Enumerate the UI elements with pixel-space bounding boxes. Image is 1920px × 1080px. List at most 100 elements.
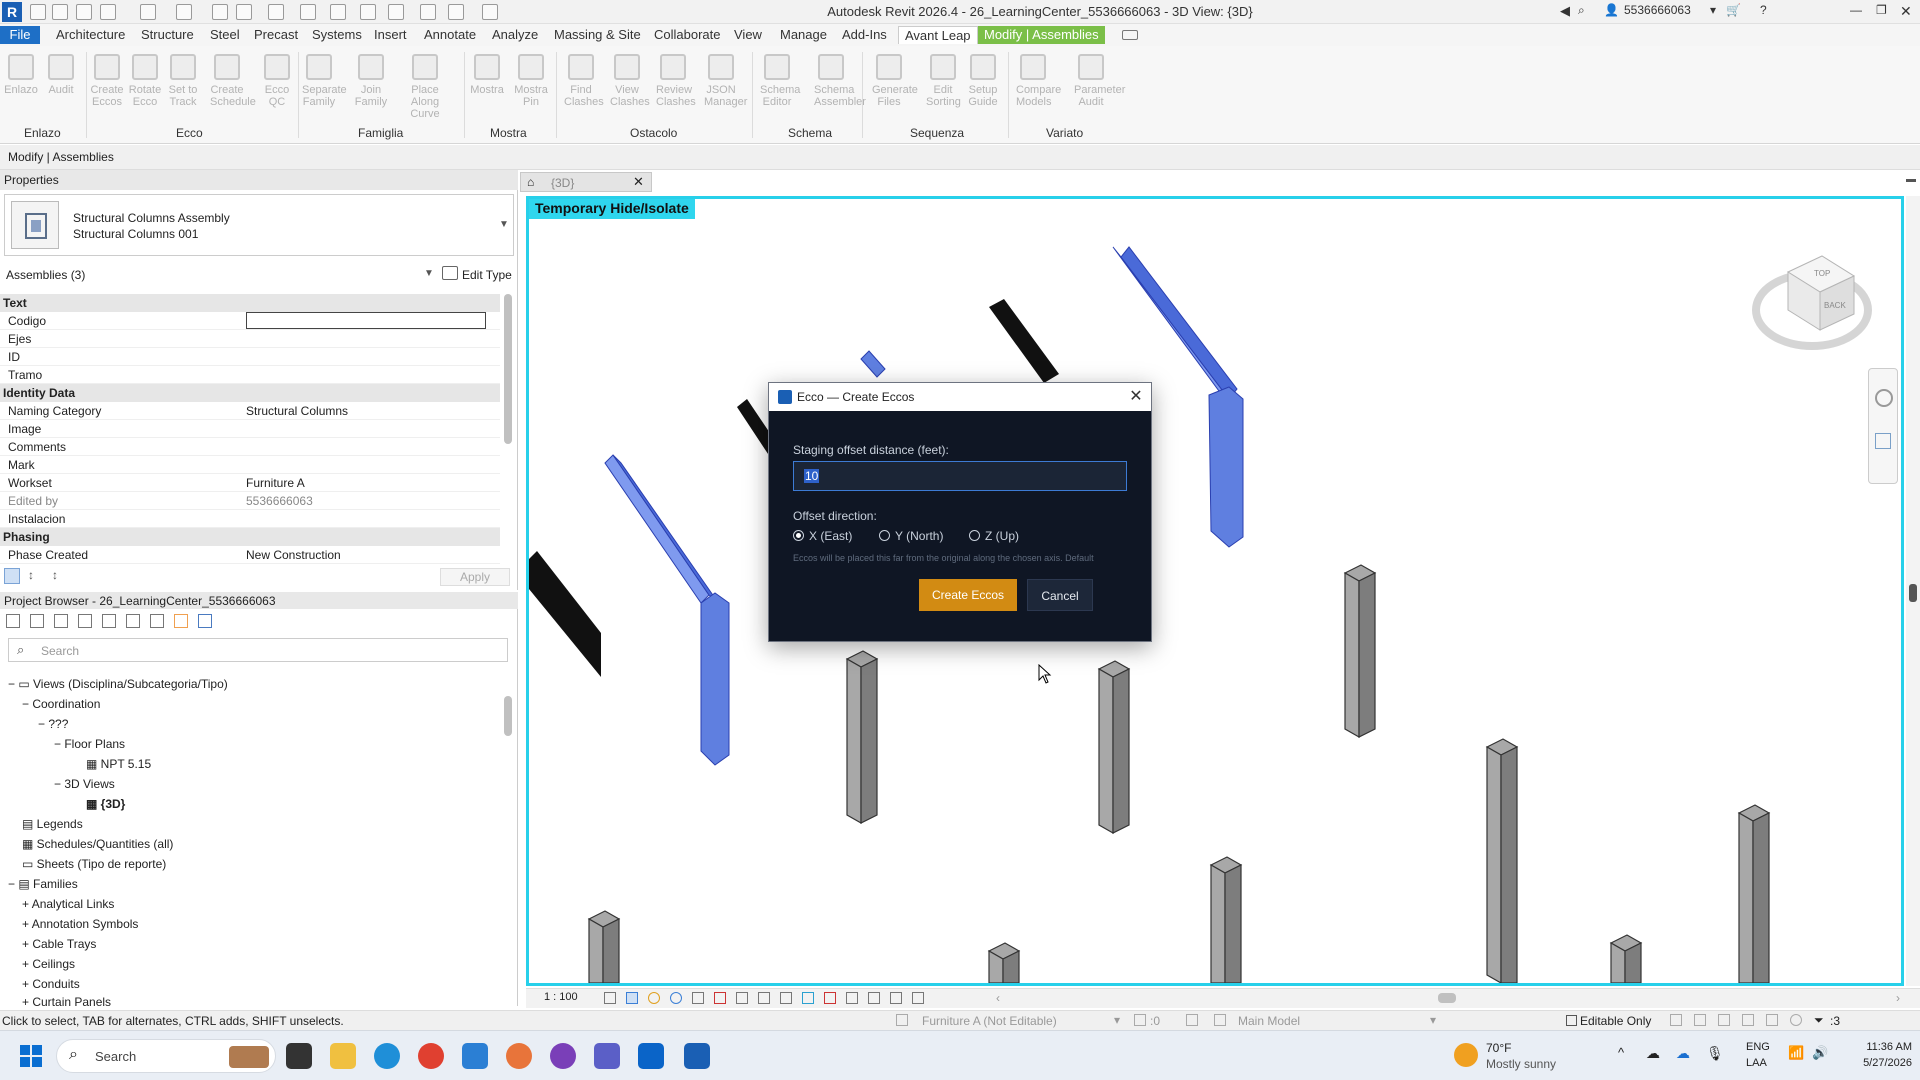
- home-view-icon[interactable]: [758, 992, 770, 1004]
- model-canvas[interactable]: [529, 199, 1901, 983]
- select-by-face-icon[interactable]: [1742, 1014, 1754, 1026]
- user-id[interactable]: 5536666063: [1624, 3, 1691, 17]
- create-eccos-button[interactable]: Create Eccos: [919, 579, 1017, 611]
- thin-lines-icon[interactable]: [420, 4, 436, 20]
- properties-scrollbar[interactable]: [504, 294, 512, 444]
- onedrive-icon[interactable]: ☁: [1676, 1045, 1690, 1062]
- sync-icon[interactable]: [100, 4, 116, 20]
- blue-column[interactable]: [1208, 386, 1244, 548]
- app-icon[interactable]: [550, 1043, 576, 1069]
- horizontal-scrollbar-thumb[interactable]: [1438, 993, 1456, 1003]
- reveal-hidden-icon[interactable]: [802, 992, 814, 1004]
- audit-button[interactable]: Audit: [44, 54, 78, 96]
- tab-architecture[interactable]: Architecture: [50, 26, 131, 44]
- detail-level-icon[interactable]: [604, 992, 616, 1004]
- clock-time[interactable]: 11:36 AM: [1848, 1041, 1912, 1053]
- tab-insert[interactable]: Insert: [368, 26, 413, 44]
- tree-item-sheets[interactable]: ▭ Sheets (Tipo de reporte): [22, 857, 166, 871]
- tree-item-npt[interactable]: ▦ NPT 5.15: [86, 757, 151, 771]
- undo-icon[interactable]: [140, 4, 156, 20]
- prop-row[interactable]: Tramo: [0, 366, 500, 384]
- radio-z-up[interactable]: Z (Up): [969, 529, 1019, 543]
- codigo-input[interactable]: [246, 312, 486, 329]
- teams-icon[interactable]: [594, 1043, 620, 1069]
- 3d-view-icon[interactable]: [330, 4, 346, 20]
- restore-icon[interactable]: ❐: [1876, 3, 1887, 17]
- revit-taskbar-icon[interactable]: [684, 1043, 710, 1069]
- blue-beam[interactable]: [1120, 246, 1238, 400]
- crop-icon[interactable]: [692, 992, 704, 1004]
- view-clashes-button[interactable]: View Clashes: [610, 54, 650, 108]
- chrome-icon[interactable]: [418, 1043, 444, 1069]
- outlook-icon[interactable]: [638, 1043, 664, 1069]
- tree-item-floor-plans[interactable]: − Floor Plans: [54, 737, 125, 751]
- rotate-ecco-button[interactable]: Rotate Ecco: [128, 54, 162, 108]
- dimension-icon[interactable]: [268, 4, 284, 20]
- shadows-icon[interactable]: [670, 992, 682, 1004]
- select-links-icon[interactable]: [1670, 1014, 1682, 1026]
- hide-crop-icon[interactable]: [714, 992, 726, 1004]
- mostra-button[interactable]: Mostra: [470, 54, 504, 96]
- prop-row[interactable]: Codigo: [0, 312, 500, 330]
- black-beam[interactable]: [989, 299, 1059, 383]
- link-icon[interactable]: [174, 614, 188, 628]
- view-icon[interactable]: [30, 614, 44, 628]
- tree-item-3d[interactable]: ▦ {3D}: [86, 797, 125, 811]
- language-2[interactable]: LAA: [1746, 1057, 1767, 1069]
- offset-distance-input[interactable]: 10: [793, 461, 1127, 491]
- tab-modify-assemblies[interactable]: Modify | Assemblies: [978, 26, 1105, 44]
- section-icon[interactable]: [360, 4, 376, 20]
- radio-y-north[interactable]: Y (North): [879, 529, 943, 543]
- tab-avant-leap[interactable]: Avant Leap: [898, 26, 978, 44]
- sun-path-icon[interactable]: [648, 992, 660, 1004]
- clock-date[interactable]: 5/27/2026: [1848, 1057, 1912, 1069]
- temporary-hide-icon[interactable]: [780, 992, 792, 1004]
- tab-annotate[interactable]: Annotate: [418, 26, 482, 44]
- family-icon[interactable]: [102, 614, 116, 628]
- revit-logo-icon[interactable]: R: [2, 2, 22, 22]
- tab-manage[interactable]: Manage: [774, 26, 833, 44]
- help-icon[interactable]: ?: [1760, 3, 1767, 17]
- chevron-down-icon[interactable]: ▾: [1710, 3, 1716, 17]
- claude-icon[interactable]: [506, 1043, 532, 1069]
- categorize-icon[interactable]: [4, 568, 20, 584]
- close-tab-icon[interactable]: ✕: [633, 174, 644, 190]
- prop-row[interactable]: Phase Created New Construction: [0, 546, 500, 564]
- active-workset[interactable]: Furniture A (Not Editable): [922, 1014, 1057, 1028]
- vscode-icon[interactable]: [462, 1043, 488, 1069]
- create-eccos-button[interactable]: Create Eccos: [90, 54, 124, 108]
- tree-item-unknown[interactable]: − ???: [38, 717, 68, 731]
- steering-wheel-icon[interactable]: [1875, 389, 1893, 407]
- tab-steel[interactable]: Steel: [204, 26, 246, 44]
- file-explorer-icon[interactable]: [330, 1043, 356, 1069]
- filter-icon[interactable]: ⏷: [1814, 1013, 1824, 1028]
- tab-massing-site[interactable]: Massing & Site: [548, 26, 647, 44]
- tab-view[interactable]: View: [728, 26, 768, 44]
- home-icon[interactable]: ⌂: [527, 175, 534, 189]
- user-icon[interactable]: 👤: [1604, 3, 1619, 17]
- create-schedule-button[interactable]: Create Schedule: [210, 54, 256, 108]
- grey-columns[interactable]: [587, 564, 1771, 983]
- weather-icon[interactable]: [1454, 1043, 1478, 1067]
- group-icon[interactable]: [198, 614, 212, 628]
- taskbar-search[interactable]: ⌕ Search: [56, 1039, 276, 1073]
- minimize-icon[interactable]: —: [1850, 3, 1862, 17]
- viewcube[interactable]: TOP BACK: [1752, 250, 1872, 360]
- cloud-icon[interactable]: ☁: [1646, 1045, 1660, 1062]
- vertical-scrollbar[interactable]: [1906, 196, 1920, 986]
- place-along-curve-button[interactable]: Place Along Curve: [408, 54, 442, 120]
- tree-item-schedules[interactable]: ▦ Schedules/Quantities (all): [22, 837, 173, 851]
- text-icon[interactable]: [300, 4, 316, 20]
- enlazo-button[interactable]: Enlazo: [4, 54, 38, 96]
- chevron-down-icon[interactable]: ▾: [1430, 1013, 1436, 1027]
- chevron-down-icon[interactable]: ▾: [1114, 1013, 1120, 1027]
- tab-add-ins[interactable]: Add-Ins: [836, 26, 893, 44]
- group-text[interactable]: Text: [0, 294, 500, 312]
- sort-asc-icon[interactable]: ↕: [28, 568, 34, 582]
- background-process-icon[interactable]: [1790, 1014, 1802, 1026]
- binoculars-icon[interactable]: ⌕: [1578, 3, 1585, 18]
- review-clashes-button[interactable]: Review Clashes: [656, 54, 696, 108]
- language-1[interactable]: ENG: [1746, 1041, 1770, 1053]
- browser-scrollbar[interactable]: [504, 696, 512, 736]
- view-properties-icon[interactable]: [912, 992, 924, 1004]
